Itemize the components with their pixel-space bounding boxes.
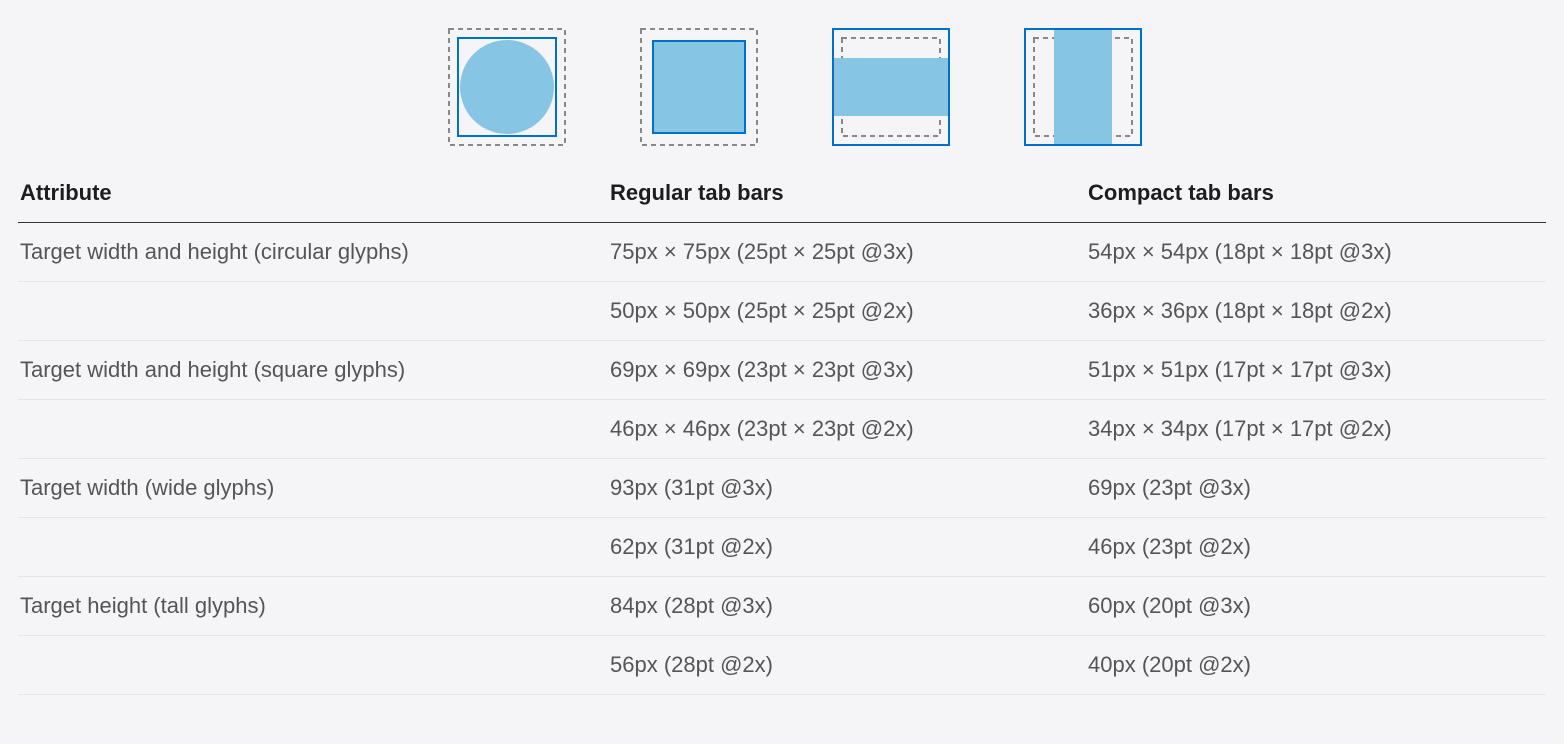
table-row: 46px × 46px (23pt × 23pt @2x) 34px × 34p… [18, 400, 1546, 459]
cell-regular: 46px × 46px (23pt × 23pt @2x) [608, 400, 1086, 459]
col-regular: Regular tab bars [608, 180, 1086, 223]
cell-regular: 56px (28pt @2x) [608, 636, 1086, 695]
cell-attribute: Target height (tall glyphs) [18, 577, 608, 636]
cell-regular: 93px (31pt @3x) [608, 459, 1086, 518]
cell-compact: 34px × 34px (17pt × 17pt @2x) [1086, 400, 1546, 459]
table-row: Target height (tall glyphs) 84px (28pt @… [18, 577, 1546, 636]
cell-attribute [18, 282, 608, 341]
cell-attribute [18, 636, 608, 695]
cell-regular: 84px (28pt @3x) [608, 577, 1086, 636]
tall-glyph-icon [1024, 28, 1142, 146]
square-glyph-icon [640, 28, 758, 146]
cell-compact: 46px (23pt @2x) [1086, 518, 1546, 577]
cell-regular: 62px (31pt @2x) [608, 518, 1086, 577]
table-row: 62px (31pt @2x) 46px (23pt @2x) [18, 518, 1546, 577]
table-row: 50px × 50px (25pt × 25pt @2x) 36px × 36p… [18, 282, 1546, 341]
table-header-row: Attribute Regular tab bars Compact tab b… [18, 180, 1546, 223]
table-row: Target width and height (circular glyphs… [18, 223, 1546, 282]
cell-regular: 75px × 75px (25pt × 25pt @3x) [608, 223, 1086, 282]
col-compact: Compact tab bars [1086, 180, 1546, 223]
cell-regular: 69px × 69px (23pt × 23pt @3x) [608, 341, 1086, 400]
table-row: 56px (28pt @2x) 40px (20pt @2x) [18, 636, 1546, 695]
cell-attribute: Target width (wide glyphs) [18, 459, 608, 518]
cell-compact: 36px × 36px (18pt × 18pt @2x) [1086, 282, 1546, 341]
table-row: Target width and height (square glyphs) … [18, 341, 1546, 400]
cell-compact: 69px (23pt @3x) [1086, 459, 1546, 518]
cell-attribute [18, 400, 608, 459]
cell-attribute: Target width and height (square glyphs) [18, 341, 608, 400]
cell-compact: 40px (20pt @2x) [1086, 636, 1546, 695]
col-attribute: Attribute [18, 180, 608, 223]
cell-compact: 60px (20pt @3x) [1086, 577, 1546, 636]
glyph-size-table: Attribute Regular tab bars Compact tab b… [18, 180, 1546, 695]
cell-regular: 50px × 50px (25pt × 25pt @2x) [608, 282, 1086, 341]
cell-attribute: Target width and height (circular glyphs… [18, 223, 608, 282]
glyph-diagram-row [18, 18, 1546, 180]
cell-attribute [18, 518, 608, 577]
circular-glyph-icon [448, 28, 566, 146]
table-row: Target width (wide glyphs) 93px (31pt @3… [18, 459, 1546, 518]
cell-compact: 51px × 51px (17pt × 17pt @3x) [1086, 341, 1546, 400]
cell-compact: 54px × 54px (18pt × 18pt @3x) [1086, 223, 1546, 282]
wide-glyph-icon [832, 28, 950, 146]
